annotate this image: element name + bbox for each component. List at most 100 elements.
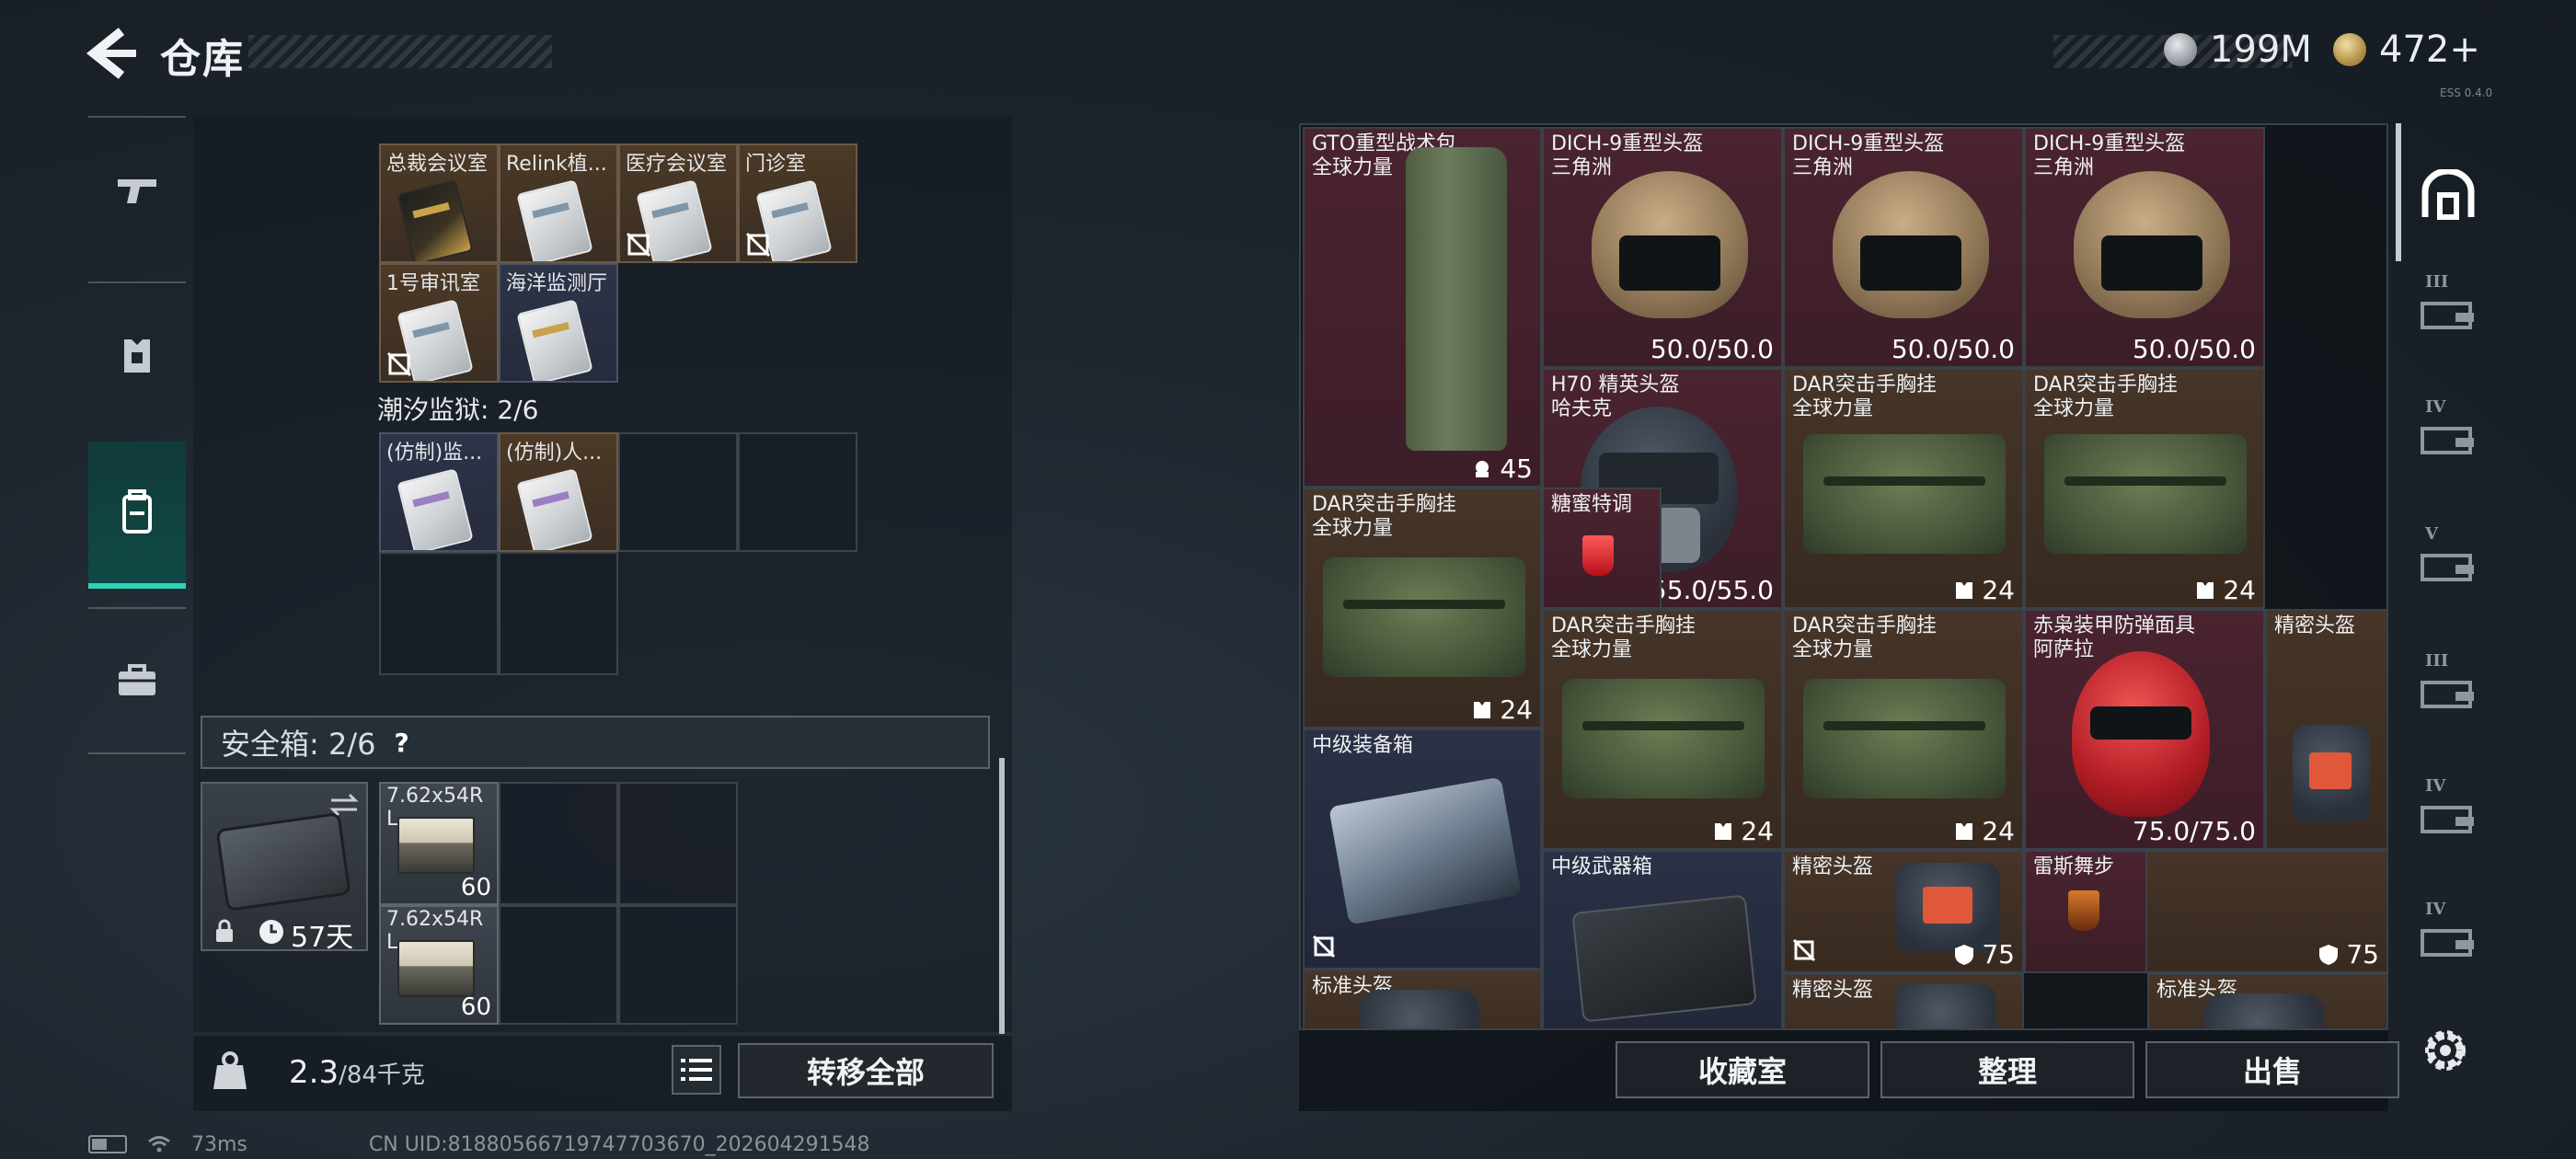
empty-slot[interactable] (618, 905, 738, 1025)
ammo-slot[interactable]: 7.62x54R L 60 (379, 905, 499, 1025)
stash-item[interactable]: DAR突击手胸挂 全球力量 24 (1542, 609, 1783, 850)
stash-item[interactable]: DICH-9重型头盔 三角洲 50.0/50.0 (1783, 127, 2024, 368)
stash-item[interactable]: DAR突击手胸挂 全球力量 24 (1783, 368, 2024, 609)
stash-item[interactable]: 赤枭装甲防弹面具 阿萨拉 75.0/75.0 (2024, 609, 2265, 850)
status-bar: 73ms CN UID:81880566719747703670_2026042… (88, 1133, 870, 1156)
transfer-all-button[interactable]: 转移全部 (738, 1043, 994, 1098)
keycard-label: 医疗会议室 (626, 153, 728, 176)
safe-box-case[interactable]: 57天 (201, 782, 368, 954)
stash-item[interactable]: 中级装备箱 (1303, 729, 1542, 970)
item-durability: 75.0/75.0 (2132, 816, 2256, 846)
help-icon[interactable]: ? (394, 728, 408, 758)
stash-item[interactable]: DICH-9重型头盔 三角洲 50.0/50.0 (2024, 127, 2265, 368)
empty-slot[interactable] (499, 905, 618, 1025)
ammo-count: 60 (460, 874, 491, 901)
empty-slot[interactable] (618, 432, 738, 552)
prison-section-title: 潮汐监狱: 2/6 (377, 395, 539, 425)
settings-button[interactable] (2418, 1023, 2473, 1078)
tab-stash-4c[interactable]: IV (2409, 883, 2488, 997)
sort-button[interactable]: 整理 (1880, 1041, 2134, 1098)
list-view-button[interactable] (672, 1045, 721, 1095)
tab-backpack[interactable] (88, 442, 186, 589)
vest-item-image (1803, 434, 2006, 554)
tab-stash-5[interactable]: V (2409, 508, 2488, 622)
sell-button[interactable]: 出售 (2145, 1041, 2399, 1098)
keycard-slot[interactable]: 总裁会议室 (379, 143, 499, 263)
item-name: 雷斯舞步 (2033, 855, 2115, 878)
stash-item[interactable]: 精密头盔 (2265, 609, 2386, 850)
tab-case[interactable] (88, 607, 186, 754)
tab-main-stash[interactable] (2409, 138, 2488, 252)
empty-slot[interactable] (499, 552, 618, 675)
backpack-icon (122, 489, 152, 534)
empty-slot[interactable] (618, 782, 738, 905)
keycard-label: 门诊室 (745, 153, 807, 176)
stash-item[interactable]: 精密头盔 (1783, 973, 2024, 1028)
item-stat: 24 (1711, 816, 1774, 846)
weight-readout: 2.3/84千克 (289, 1054, 425, 1091)
slots-icon (2197, 581, 2214, 599)
item-durability: 50.0/50.0 (1650, 334, 1774, 364)
tab-stash-4[interactable]: IV (2409, 381, 2488, 495)
helmet-item-image (1895, 863, 2000, 951)
page-title: 仓库 (160, 36, 245, 83)
gear-box-image (1328, 776, 1522, 925)
tab-stash-4b[interactable]: IV (2409, 760, 2488, 874)
keycard-slot[interactable]: (仿制)人... (499, 432, 618, 552)
stash-tab-icon (2421, 427, 2474, 454)
stash-item[interactable]: 糖蜜特调 (1542, 488, 1662, 609)
tab-weapons[interactable] (88, 116, 186, 263)
back-button[interactable] (85, 28, 140, 79)
stash-item[interactable]: 标准头盔 (2147, 973, 2386, 1028)
item-name: DICH-9重型头盔 (2033, 132, 2186, 155)
vest-item-image (1803, 679, 2006, 798)
helmet-item-image (1592, 171, 1748, 318)
stash-tabs: III IV V III IV IV (2409, 138, 2488, 984)
stash-item[interactable]: DAR突击手胸挂 全球力量 24 (1303, 488, 1542, 729)
currency-silver-value: 199M (2210, 29, 2312, 71)
battery-icon (88, 1135, 127, 1153)
keycard-slot[interactable]: Relink植... (499, 143, 618, 263)
item-stat-value: 24 (1982, 575, 2015, 605)
tab-stash-3[interactable]: III (2409, 256, 2488, 370)
stash-item[interactable]: GTO重型战术包 全球力量 45 (1303, 127, 1542, 488)
tab-stash-3b[interactable]: III (2409, 635, 2488, 749)
keycard-slot[interactable]: (仿制)监... (379, 432, 499, 552)
item-name: DICH-9重型头盔 (1792, 132, 1945, 155)
stash-item[interactable]: DAR突击手胸挂 全球力量 24 (1783, 609, 2024, 850)
stash-item-stat-cell[interactable]: 75 (2147, 850, 2386, 973)
stash-item[interactable]: DAR突击手胸挂 全球力量 24 (2024, 368, 2265, 609)
keycard-slot[interactable]: 门诊室 (738, 143, 857, 263)
currency-gold[interactable]: 472+ (2333, 28, 2480, 72)
item-name: DAR突击手胸挂 (1792, 373, 1937, 396)
no-link-icon (626, 232, 651, 258)
keycard-label: (仿制)人... (506, 442, 603, 465)
empty-slot[interactable] (738, 432, 857, 552)
tab-armor[interactable] (88, 281, 186, 429)
stash-item[interactable]: 雷斯舞步 (2024, 850, 2147, 973)
stash-item[interactable]: 标准头盔 (1303, 970, 1542, 1028)
stash-item[interactable]: 精密头盔 75 (1783, 850, 2024, 973)
wifi-icon (148, 1136, 170, 1153)
vest-item-image (1323, 557, 1525, 677)
ammo-box-icon (397, 817, 475, 874)
keycard-slot[interactable]: 海洋监测厅 (499, 263, 618, 383)
keycard-slot[interactable]: 医疗会议室 (618, 143, 738, 263)
empty-slot[interactable] (499, 782, 618, 905)
currency-gold-value: 472+ (2379, 29, 2480, 71)
scrollbar[interactable] (2396, 123, 2401, 261)
gear-icon (2425, 1030, 2466, 1071)
item-stat: 75 (1952, 939, 2015, 970)
keycard-slot[interactable]: 1号审讯室 (379, 263, 499, 383)
empty-slot[interactable] (379, 552, 499, 675)
stash-item[interactable]: 中级武器箱 (1542, 850, 1783, 1028)
item-sub: 全球力量 (1792, 638, 1874, 661)
stash-item[interactable]: DICH-9重型头盔 三角洲 50.0/50.0 (1542, 127, 1783, 368)
keycard-label: (仿制)监... (386, 442, 483, 465)
silver-coin-icon (2164, 33, 2197, 66)
scrollbar[interactable] (999, 758, 1005, 1034)
slots-icon (1956, 822, 1973, 840)
item-name: 精密头盔 (1792, 979, 1874, 1002)
collection-room-button[interactable]: 收藏室 (1616, 1041, 1869, 1098)
ammo-slot[interactable]: 7.62x54R L 60 (379, 782, 499, 905)
